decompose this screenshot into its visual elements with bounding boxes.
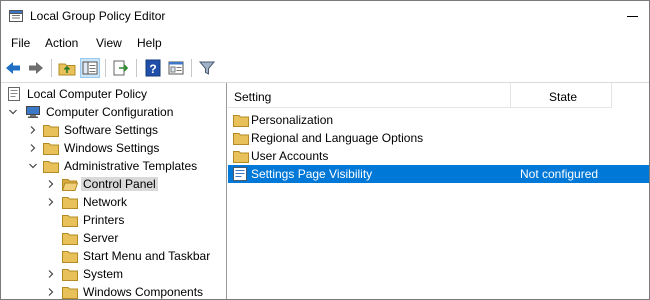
tree-item-server[interactable]: Server xyxy=(1,230,226,248)
list-item-name: Settings Page Visibility xyxy=(251,167,373,181)
tree-label: Windows Components xyxy=(83,285,204,299)
folder-icon xyxy=(62,233,78,245)
list-item-personalization[interactable]: Personalization xyxy=(228,111,649,129)
title-bar: Local Group Policy Editor xyxy=(1,1,649,31)
tree-item-computer-configuration[interactable]: Computer Configuration xyxy=(1,104,226,122)
setting-icon xyxy=(233,167,247,181)
folder-open-icon xyxy=(62,179,78,191)
properties-icon[interactable] xyxy=(167,59,185,77)
tree-label: Server xyxy=(83,231,119,245)
computer-icon xyxy=(26,106,40,118)
tree-item-administrative-templates[interactable]: Administrative Templates xyxy=(1,158,226,176)
menu-view[interactable]: View xyxy=(94,36,124,50)
menu-action[interactable]: Action xyxy=(43,36,80,50)
folder-icon xyxy=(233,133,249,145)
menu-file[interactable]: File xyxy=(9,36,32,50)
list-item-state: Not configured xyxy=(520,167,599,181)
policy-editor-window: Local Group Policy Editor File Action Vi… xyxy=(0,0,650,300)
tree-label: Control Panel xyxy=(81,177,158,191)
list-item-settings-page-visibility[interactable]: Settings Page Visibility Not configured xyxy=(228,165,649,183)
policy-editor-icon xyxy=(9,10,23,22)
up-folder-icon[interactable] xyxy=(58,59,76,77)
tree-item-control-panel[interactable]: Control Panel xyxy=(1,176,226,194)
tree-label: Local Computer Policy xyxy=(27,87,148,101)
folder-icon xyxy=(62,197,78,209)
column-header-state[interactable]: State xyxy=(511,83,612,108)
tree-label: Computer Configuration xyxy=(46,105,174,119)
settings-list-pane: Setting State Personalization Regional a… xyxy=(228,83,649,299)
chevron-right-icon[interactable] xyxy=(46,179,56,189)
export-list-icon[interactable] xyxy=(112,59,130,77)
tree-item-software-settings[interactable]: Software Settings xyxy=(1,122,226,140)
back-arrow-icon[interactable] xyxy=(4,59,22,77)
chevron-right-icon[interactable] xyxy=(28,143,38,153)
folder-icon xyxy=(43,143,59,155)
list-item-regional-and-language-options[interactable]: Regional and Language Options xyxy=(228,129,649,147)
column-header-label: Setting xyxy=(234,90,272,104)
folder-icon xyxy=(62,269,78,281)
folder-icon xyxy=(43,125,59,137)
window-title: Local Group Policy Editor xyxy=(30,9,166,23)
chevron-right-icon[interactable] xyxy=(46,269,56,279)
chevron-right-icon[interactable] xyxy=(46,287,56,297)
folder-icon xyxy=(62,287,78,299)
forward-arrow-icon[interactable] xyxy=(27,59,45,77)
tree-item-local-computer-policy[interactable]: Local Computer Policy xyxy=(1,86,226,104)
tree-item-printers[interactable]: Printers xyxy=(1,212,226,230)
folder-icon xyxy=(233,151,249,163)
policy-icon xyxy=(8,87,20,101)
tree-item-windows-components[interactable]: Windows Components xyxy=(1,284,226,299)
show-hide-tree-icon[interactable] xyxy=(80,58,100,78)
tree-label: Administrative Templates xyxy=(64,159,198,173)
tree-label: Start Menu and Taskbar xyxy=(83,249,211,263)
chevron-right-icon[interactable] xyxy=(46,197,56,207)
tree-label: System xyxy=(83,267,124,281)
tree-item-start-menu-and-taskbar[interactable]: Start Menu and Taskbar xyxy=(1,248,226,266)
tree-item-windows-settings[interactable]: Windows Settings xyxy=(1,140,226,158)
tree-label: Network xyxy=(83,195,128,209)
tree-label: Software Settings xyxy=(64,123,159,137)
chevron-down-icon[interactable] xyxy=(28,161,38,171)
tree-item-system[interactable]: System xyxy=(1,266,226,284)
chevron-down-icon[interactable] xyxy=(8,107,18,117)
tree-pane: Local Computer Policy Computer Configura… xyxy=(1,83,227,299)
chevron-right-icon[interactable] xyxy=(28,125,38,135)
tree-label: Windows Settings xyxy=(64,141,160,155)
column-header-label: State xyxy=(549,90,578,104)
svg-text:?: ? xyxy=(149,62,156,76)
folder-icon xyxy=(62,215,78,227)
menu-bar: File Action View Help xyxy=(1,32,649,54)
filter-icon[interactable] xyxy=(198,59,216,77)
toolbar: ? xyxy=(1,54,649,83)
list-item-name: Regional and Language Options xyxy=(251,131,424,145)
list-item-name: Personalization xyxy=(251,113,334,127)
tree-label: Printers xyxy=(83,213,125,227)
menu-help[interactable]: Help xyxy=(135,36,164,50)
minimize-button[interactable] xyxy=(615,1,649,31)
list-item-user-accounts[interactable]: User Accounts xyxy=(228,147,649,165)
tree-item-network[interactable]: Network xyxy=(1,194,226,212)
folder-icon xyxy=(43,161,59,173)
column-header-setting[interactable]: Setting xyxy=(228,83,511,108)
folder-icon xyxy=(233,115,249,127)
list-item-name: User Accounts xyxy=(251,149,329,163)
help-icon[interactable]: ? xyxy=(144,59,162,77)
folder-icon xyxy=(62,251,78,263)
